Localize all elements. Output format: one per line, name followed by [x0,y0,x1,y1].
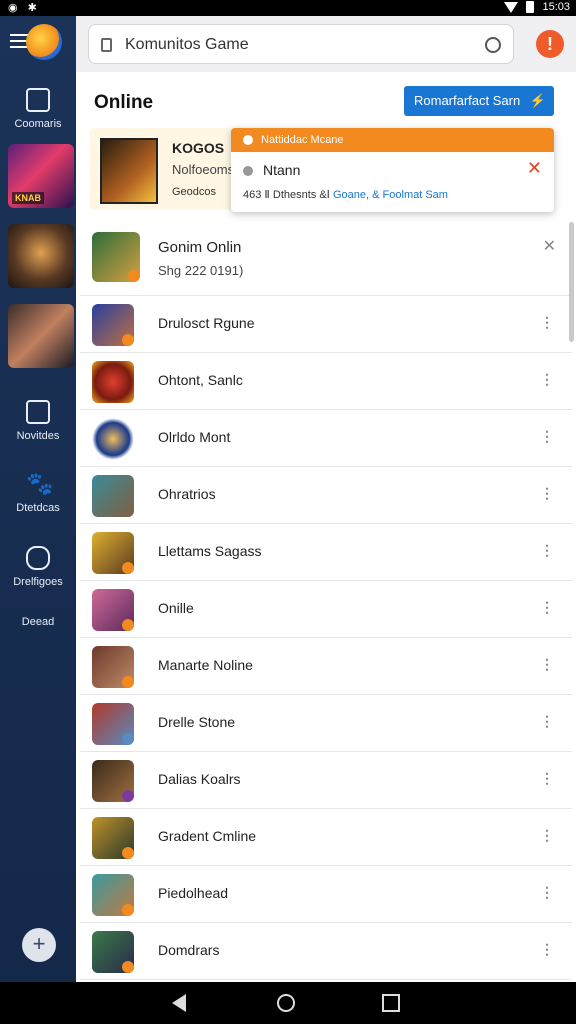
home-icon[interactable] [277,994,295,1012]
avatar [92,931,134,973]
list-item[interactable]: Olrldo Mont ⋮ [80,410,572,467]
add-button[interactable]: + [22,928,56,962]
status-bar: ◉ ✱ 15:03 [0,0,576,16]
game-thumbnail-3[interactable] [8,304,74,368]
list-item[interactable]: Gradent Cmline ⋮ [80,809,572,866]
avatar [92,589,134,631]
main-panel: Online Romarfarfact Sarn ⚡ KOGOS Nolfoeo… [76,72,576,982]
list-item[interactable]: Llettams Sagass ⋮ [80,524,572,581]
avatar [92,304,134,346]
more-icon[interactable]: ⋮ [540,599,554,616]
clock: 15:03 [542,1,570,13]
recents-icon[interactable] [382,994,400,1012]
notification-icon: ◉ [8,2,18,14]
list-item[interactable]: Dalias Koalrs ⋮ [80,752,572,809]
alert-button[interactable]: ! [536,30,564,58]
list-item[interactable]: Ohratrios ⋮ [80,467,572,524]
calculator-icon [26,88,50,112]
paw-icon: 🐾 [26,471,54,496]
action-button[interactable]: Romarfarfact Sarn ⚡ [404,86,554,116]
sidebar-item-drelfigoes[interactable]: Drelfigoes [0,546,76,588]
avatar [92,532,134,574]
avatar [92,817,134,859]
popup-link-2[interactable]: Foolmat Sam [383,189,448,201]
game-thumbnail-1[interactable]: KNAB [8,144,74,208]
sidebar-item-deead[interactable]: Deead [0,616,76,628]
list-item[interactable]: Domdrars ⋮ [80,923,572,980]
more-icon[interactable]: ⋮ [540,656,554,673]
more-icon[interactable]: ⋮ [540,371,554,388]
info-icon [243,135,253,145]
list-item[interactable]: Piedolhead ⋮ [80,866,572,923]
game-thumbnail-2[interactable] [8,224,74,288]
list-item[interactable]: Onille ⋮ [80,581,572,638]
avatar [92,475,134,517]
user-dot-icon [243,166,253,176]
sidebar-item-dtetdcas[interactable]: 🐾 Dtetdcas [0,471,76,515]
more-icon[interactable]: ⋮ [540,827,554,844]
avatar [92,874,134,916]
list-item[interactable]: Drelle Stone ⋮ [80,695,572,752]
more-icon[interactable]: ⋮ [540,770,554,787]
close-icon[interactable]: ✕ [543,236,556,256]
settings-icon: ✱ [27,2,37,14]
popup-link-1[interactable]: Goane, & [333,189,379,201]
avatar [92,760,134,802]
more-icon[interactable]: ⋮ [540,428,554,445]
news-icon [26,400,50,424]
game-list: Gonim Onlin Shg 222 0191) ✕ Drulosct Rgu… [80,220,572,980]
signal-icon [504,1,519,13]
more-icon[interactable]: ⋮ [540,485,554,502]
list-item[interactable]: Drulosct Rgune ⋮ [80,296,572,353]
avatar [92,418,134,460]
featured-image [100,138,158,204]
list-item[interactable]: Ohtont, Sanlc ⋮ [80,353,572,410]
notification-popup: Nattiddac Mcane Ntann ✕ 463 Ⅱ Dthesnts &… [231,128,554,212]
more-icon[interactable]: ⋮ [540,542,554,559]
close-icon[interactable]: ✕ [527,158,542,179]
list-item[interactable]: Gonim Onlin Shg 222 0191) ✕ [80,220,572,296]
scrollbar[interactable] [569,222,574,342]
lock-icon [101,38,112,52]
app-logo [26,24,62,60]
search-input[interactable] [125,34,465,56]
chat-icon [26,546,50,570]
sidebar: Coomaris KNAB Novitdes 🐾 Dtetdcas Drelfi… [0,16,76,982]
avatar [92,232,140,282]
battery-icon [526,1,535,13]
refresh-icon[interactable] [485,37,501,53]
avatar [92,646,134,688]
nav-bar [0,982,576,1024]
back-icon[interactable] [172,994,186,1012]
page-title: Online [94,92,154,113]
more-icon[interactable]: ⋮ [540,884,554,901]
avatar [92,361,134,403]
more-icon[interactable]: ⋮ [540,941,554,958]
sidebar-item-novitdes[interactable]: Novitdes [0,400,76,442]
search-bar [88,24,514,64]
bolt-icon: ⚡ [529,93,546,108]
top-bar: ! [76,16,576,72]
avatar [92,703,134,745]
sidebar-item-coomaris[interactable]: Coomaris [0,88,76,130]
more-icon[interactable]: ⋮ [540,713,554,730]
more-icon[interactable]: ⋮ [540,314,554,331]
list-item[interactable]: Manarte Noline ⋮ [80,638,572,695]
